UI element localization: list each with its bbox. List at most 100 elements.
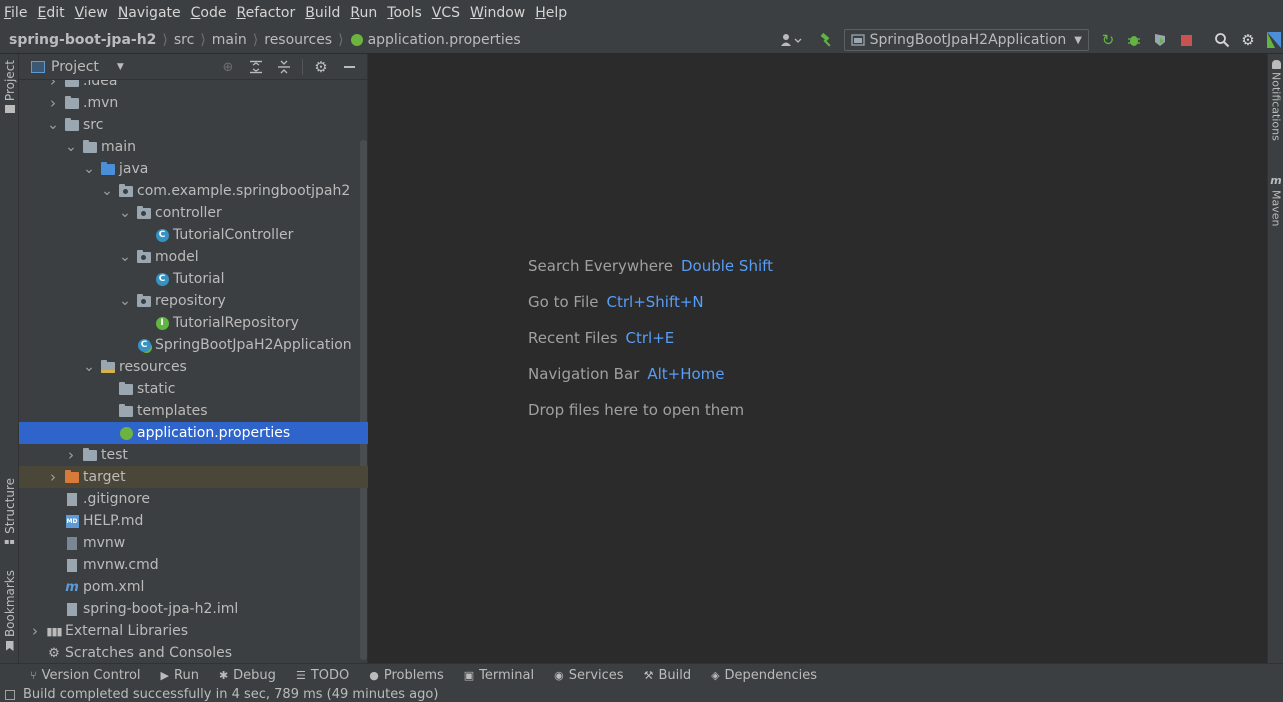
ide-update-icon[interactable] — [1265, 31, 1283, 49]
tree-item[interactable]: mvnw.cmd — [19, 554, 368, 576]
tool-window-problems[interactable]: ● Problems — [369, 668, 444, 683]
tool-window-version-control[interactable]: ⑂ Version Control — [30, 668, 141, 683]
chevron-right-icon[interactable]: › — [29, 622, 41, 640]
chevron-right-icon[interactable]: › — [47, 80, 59, 90]
stop-icon[interactable] — [1177, 31, 1195, 49]
tree-item[interactable]: ⌄ repository — [19, 290, 368, 312]
run-configuration-select[interactable]: SpringBootJpaH2Application ▼ — [843, 29, 1089, 51]
chevron-down-icon[interactable]: ⌄ — [83, 161, 95, 177]
folder-icon — [119, 403, 133, 418]
tree-item[interactable]: templates — [19, 400, 368, 422]
breadcrumb-item[interactable]: spring-boot-jpa-h2 — [9, 32, 156, 48]
chevron-down-icon[interactable]: ⌄ — [83, 359, 95, 375]
tab-bookmarks[interactable]: Bookmarks — [0, 570, 19, 652]
tool-window-run[interactable]: ▶ Run — [161, 668, 199, 683]
hint-shortcut[interactable]: Ctrl+E — [626, 329, 675, 347]
tool-window-services[interactable]: ◉ Services — [554, 668, 623, 683]
tree-item[interactable]: C SpringBootJpaH2Application — [19, 334, 368, 356]
tree-item[interactable]: ⌄ com.example.springbootjpah2 — [19, 180, 368, 202]
breadcrumb-item[interactable]: main — [212, 32, 247, 48]
tree-item[interactable]: › target — [19, 466, 368, 488]
menu-view[interactable]: View — [74, 5, 109, 21]
tool-window-terminal[interactable]: ▣ Terminal — [464, 668, 534, 683]
tree-item[interactable]: spring-boot-jpa-h2.iml — [19, 598, 368, 620]
breadcrumb-item[interactable]: application.properties — [368, 32, 521, 48]
chevron-down-icon[interactable]: ⌄ — [119, 293, 131, 309]
tool-window-dependencies[interactable]: ◈ Dependencies — [711, 668, 817, 683]
menu-window[interactable]: Window — [469, 5, 526, 21]
tab-maven[interactable]: m Maven — [1268, 174, 1283, 226]
tree-item[interactable]: › .idea — [19, 80, 368, 92]
chevron-right-icon[interactable]: › — [47, 94, 59, 112]
tree-item[interactable]: ⌄ resources — [19, 356, 368, 378]
breadcrumb-item[interactable]: resources — [264, 32, 332, 48]
tab-structure[interactable]: Structure ▪▪ — [0, 478, 19, 546]
chevron-down-icon[interactable]: ⌄ — [101, 183, 113, 199]
hide-panel-icon[interactable] — [340, 58, 358, 76]
tree-item[interactable]: mvnw — [19, 532, 368, 554]
menu-file[interactable]: File — [3, 5, 28, 21]
locate-icon[interactable]: ⊕ — [219, 58, 237, 76]
tree-item[interactable]: › test — [19, 444, 368, 466]
menu-build[interactable]: Build — [304, 5, 341, 21]
hint-shortcut[interactable]: Double Shift — [681, 257, 773, 275]
project-view-selector[interactable]: Project — [51, 59, 99, 75]
settings-gear-icon[interactable]: ⚙ — [1239, 31, 1257, 49]
chevron-down-icon[interactable]: ▼ — [117, 62, 124, 72]
tree-item[interactable]: MD HELP.md — [19, 510, 368, 532]
status-toggle-icon[interactable] — [5, 689, 15, 700]
breadcrumb-item[interactable]: src — [174, 32, 194, 48]
chevron-down-icon[interactable]: ⌄ — [65, 139, 77, 155]
tree-item[interactable]: C Tutorial — [19, 268, 368, 290]
tool-window-build[interactable]: ⚒ Build — [644, 668, 692, 683]
expand-all-icon[interactable] — [247, 58, 265, 76]
file-icon — [65, 602, 79, 616]
chevron-right-icon[interactable]: › — [65, 446, 77, 464]
chevron-right-icon[interactable]: › — [47, 468, 59, 486]
tree-item[interactable]: application.properties — [19, 422, 368, 444]
tree-item[interactable]: C TutorialController — [19, 224, 368, 246]
menu-code[interactable]: Code — [190, 5, 228, 21]
menu-edit[interactable]: Edit — [36, 5, 65, 21]
tree-item[interactable]: › .mvn — [19, 92, 368, 114]
tree-item[interactable]: ⌄ model — [19, 246, 368, 268]
collapse-all-icon[interactable] — [275, 58, 293, 76]
tree-item[interactable]: ⌄ java — [19, 158, 368, 180]
tool-window-todo[interactable]: ☰ TODO — [296, 668, 349, 683]
tree-item[interactable]: I TutorialRepository — [19, 312, 368, 334]
menu-navigate[interactable]: Navigate — [117, 5, 182, 21]
hint-shortcut[interactable]: Alt+Home — [647, 365, 724, 383]
tree-item[interactable]: › ▮▮▮ External Libraries — [19, 620, 368, 642]
tab-project[interactable]: Project — [0, 60, 19, 114]
tab-notifications[interactable]: Notifications — [1268, 60, 1283, 141]
menu-bar: File Edit View Navigate Code Refactor Build Run… — [0, 0, 1283, 26]
hint-shortcut[interactable]: Ctrl+Shift+N — [607, 293, 704, 311]
debug-bug-icon[interactable] — [1125, 31, 1143, 49]
chevron-down-icon[interactable]: ⌄ — [47, 117, 59, 133]
menu-vcs[interactable]: VCS — [431, 5, 461, 21]
editor-area[interactable]: Search Everywhere Double Shift Go to File C… — [369, 54, 1267, 663]
tree-item[interactable]: ⌄ controller — [19, 202, 368, 224]
build-hammer-icon[interactable] — [818, 31, 836, 49]
tree-item[interactable]: ⚙ Scratches and Consoles — [19, 642, 368, 663]
search-icon[interactable] — [1213, 31, 1231, 49]
coverage-icon[interactable] — [1151, 31, 1169, 49]
gear-icon[interactable]: ⚙ — [312, 58, 330, 76]
tree-item[interactable]: m pom.xml — [19, 576, 368, 598]
tree-item[interactable]: static — [19, 378, 368, 400]
chevron-down-icon[interactable]: ⌄ — [119, 249, 131, 265]
tool-window-debug[interactable]: ✱ Debug — [219, 668, 276, 683]
user-icon[interactable] — [778, 31, 804, 49]
rerun-icon[interactable]: ↻ — [1099, 31, 1117, 49]
tree-item[interactable]: ⌄ src — [19, 114, 368, 136]
menu-tools[interactable]: Tools — [386, 5, 423, 21]
menu-run[interactable]: Run — [349, 5, 378, 21]
package-icon — [137, 205, 151, 220]
menu-help[interactable]: Help — [534, 5, 568, 21]
chevron-down-icon[interactable]: ⌄ — [119, 205, 131, 221]
tree-item[interactable]: .gitignore — [19, 488, 368, 510]
menu-refactor[interactable]: Refactor — [235, 5, 296, 21]
status-message[interactable]: Build completed successfully in 4 sec, 7… — [23, 687, 438, 702]
tree-item[interactable]: ⌄ main — [19, 136, 368, 158]
